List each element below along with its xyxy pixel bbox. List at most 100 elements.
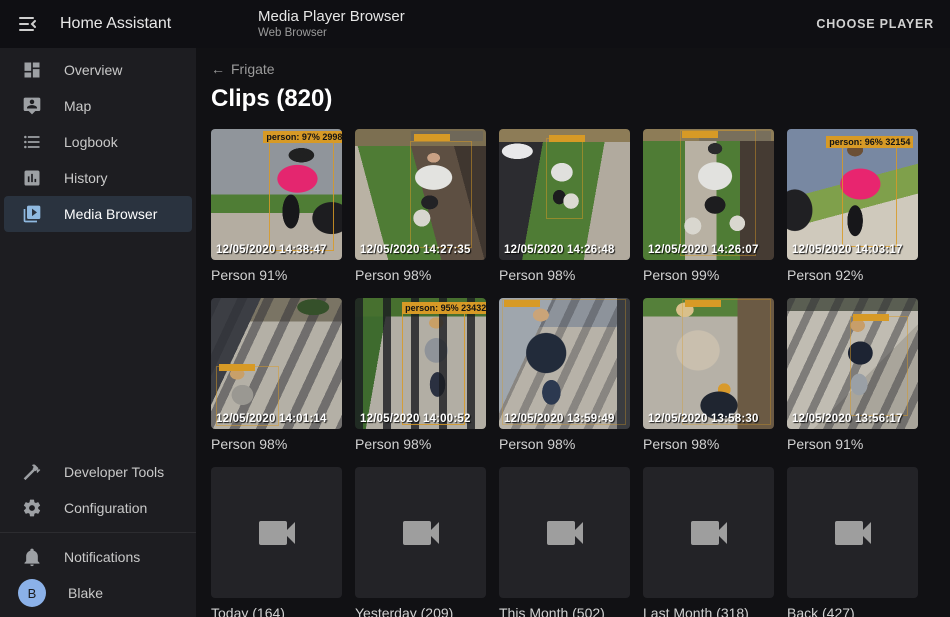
sidebar-item-media-browser[interactable]: Media Browser [4, 196, 192, 232]
sidebar-item-developer-tools[interactable]: Developer Tools [4, 454, 192, 490]
user-name-label: Blake [68, 585, 103, 601]
folder-item-yesterday[interactable]: Yesterday (209) [355, 467, 486, 617]
detection-label [549, 135, 585, 142]
sidebar: Overview Map Logbook History Media Brows… [0, 48, 196, 617]
hammer-icon [22, 462, 42, 482]
clip-timestamp: 12/05/2020 14:38:47 [216, 244, 327, 256]
clip-timestamp: 12/05/2020 14:01:14 [216, 413, 327, 425]
video-camera-icon [541, 509, 589, 557]
gear-icon [22, 498, 42, 518]
sidebar-item-label: Configuration [64, 500, 147, 516]
clip-thumbnail[interactable]: person: 96% 32154 12/05/2020 14:03:17 [787, 129, 918, 260]
folder-thumbnail[interactable] [643, 467, 774, 598]
page-header-title: Media Player Browser [258, 8, 405, 26]
folder-item-today[interactable]: Today (164) [211, 467, 342, 617]
detection-label: person: 97% 29988 [263, 131, 342, 143]
sidebar-item-notifications[interactable]: Notifications [4, 539, 192, 575]
clip-thumbnail[interactable]: 12/05/2020 14:27:35 [355, 129, 486, 260]
clip-timestamp: 12/05/2020 13:56:17 [792, 413, 903, 425]
detection-bbox [269, 132, 335, 251]
folder-caption: Today (164) [211, 605, 342, 617]
sidebar-item-configuration[interactable]: Configuration [4, 490, 192, 526]
avatar: B [18, 579, 46, 607]
back-label: Frigate [231, 61, 275, 77]
clip-item[interactable]: person: 95% 23432 12/05/2020 14:00:52 Pe… [355, 298, 486, 452]
play-box-multiple-icon [22, 204, 42, 224]
video-camera-icon [829, 509, 877, 557]
clip-caption: Person 99% [643, 267, 774, 283]
folder-thumbnail[interactable] [787, 467, 918, 598]
clip-thumbnail[interactable]: 12/05/2020 13:56:17 [787, 298, 918, 429]
folder-caption: Yesterday (209) [355, 605, 486, 617]
clip-item[interactable]: person: 97% 29988 12/05/2020 14:38:47 Pe… [211, 129, 342, 283]
detection-label [219, 364, 255, 371]
sidebar-item-overview[interactable]: Overview [4, 52, 192, 88]
video-camera-icon [253, 509, 301, 557]
sidebar-item-label: Developer Tools [64, 464, 164, 480]
clip-item[interactable]: 12/05/2020 14:26:48 Person 98% [499, 129, 630, 283]
folder-item-last-month[interactable]: Last Month (318) [643, 467, 774, 617]
clip-item[interactable]: 12/05/2020 13:58:30 Person 98% [643, 298, 774, 452]
sidebar-item-user[interactable]: B Blake [4, 575, 192, 611]
detection-bbox [850, 316, 908, 416]
sidebar-toggle-icon[interactable] [16, 12, 40, 36]
clip-item[interactable]: 12/05/2020 14:26:07 Person 99% [643, 129, 774, 283]
clip-thumbnail[interactable]: 12/05/2020 14:26:07 [643, 129, 774, 260]
detection-bbox [682, 299, 771, 425]
app-title: Home Assistant [60, 15, 171, 33]
detection-label [682, 131, 718, 138]
folder-thumbnail[interactable] [355, 467, 486, 598]
detection-bbox [842, 142, 897, 247]
folder-item-back[interactable]: Back (427) [787, 467, 918, 617]
detection-bbox [546, 138, 583, 219]
view-dashboard-icon [22, 60, 42, 80]
clip-item[interactable]: 12/05/2020 13:56:17 Person 91% [787, 298, 918, 452]
clip-caption: Person 98% [355, 267, 486, 283]
clip-caption: Person 98% [499, 267, 630, 283]
sidebar-item-label: Overview [64, 62, 122, 78]
format-list-bulleted-icon [22, 132, 42, 152]
clip-thumbnail[interactable]: 12/05/2020 14:01:14 [211, 298, 342, 429]
detection-bbox [410, 141, 472, 248]
clip-item[interactable]: 12/05/2020 14:27:35 Person 98% [355, 129, 486, 283]
sidebar-item-label: Map [64, 98, 91, 114]
tooltip-account-icon [22, 96, 42, 116]
clip-caption: Person 98% [211, 436, 342, 452]
clip-thumbnail[interactable]: person: 95% 23432 12/05/2020 14:00:52 [355, 298, 486, 429]
clip-timestamp: 12/05/2020 13:59:49 [504, 413, 615, 425]
folder-caption: Last Month (318) [643, 605, 774, 617]
app-bar-left: Home Assistant [0, 12, 196, 36]
sidebar-item-logbook[interactable]: Logbook [4, 124, 192, 160]
page-title: Clips (820) [211, 85, 935, 113]
clip-timestamp: 12/05/2020 14:26:48 [504, 244, 615, 256]
sidebar-item-map[interactable]: Map [4, 88, 192, 124]
detection-label [685, 300, 721, 307]
media-browser-content: ← Frigate Clips (820) person: 97% 29988 … [196, 48, 950, 617]
folder-thumbnail[interactable] [211, 467, 342, 598]
clip-thumbnail[interactable]: 12/05/2020 13:59:49 [499, 298, 630, 429]
folder-item-this-month[interactable]: This Month (502) [499, 467, 630, 617]
clip-timestamp: 12/05/2020 14:27:35 [360, 244, 471, 256]
clip-caption: Person 92% [787, 267, 918, 283]
clip-timestamp: 12/05/2020 13:58:30 [648, 413, 759, 425]
folder-caption: This Month (502) [499, 605, 630, 617]
clip-thumbnail[interactable]: 12/05/2020 14:26:48 [499, 129, 630, 260]
clip-caption: Person 98% [499, 436, 630, 452]
clip-thumbnail[interactable]: person: 97% 29988 12/05/2020 14:38:47 [211, 129, 342, 260]
choose-player-button[interactable]: CHOOSE PLAYER [816, 17, 934, 31]
breadcrumb-back[interactable]: ← Frigate [211, 61, 275, 77]
clip-item[interactable]: 12/05/2020 14:01:14 Person 98% [211, 298, 342, 452]
detection-bbox [680, 130, 756, 256]
clip-timestamp: 12/05/2020 14:03:17 [792, 244, 903, 256]
sidebar-item-history[interactable]: History [4, 160, 192, 196]
sidebar-item-label: History [64, 170, 108, 186]
clip-item[interactable]: person: 96% 32154 12/05/2020 14:03:17 Pe… [787, 129, 918, 283]
media-title-block: Media Player Browser Web Browser [258, 8, 405, 40]
clip-thumbnail[interactable]: 12/05/2020 13:58:30 [643, 298, 774, 429]
clip-item[interactable]: 12/05/2020 13:59:49 Person 98% [499, 298, 630, 452]
detection-label: person: 96% 32154 [826, 136, 913, 148]
sidebar-spacer [0, 232, 196, 454]
bell-icon [22, 547, 42, 567]
clip-caption: Person 91% [211, 267, 342, 283]
folder-thumbnail[interactable] [499, 467, 630, 598]
